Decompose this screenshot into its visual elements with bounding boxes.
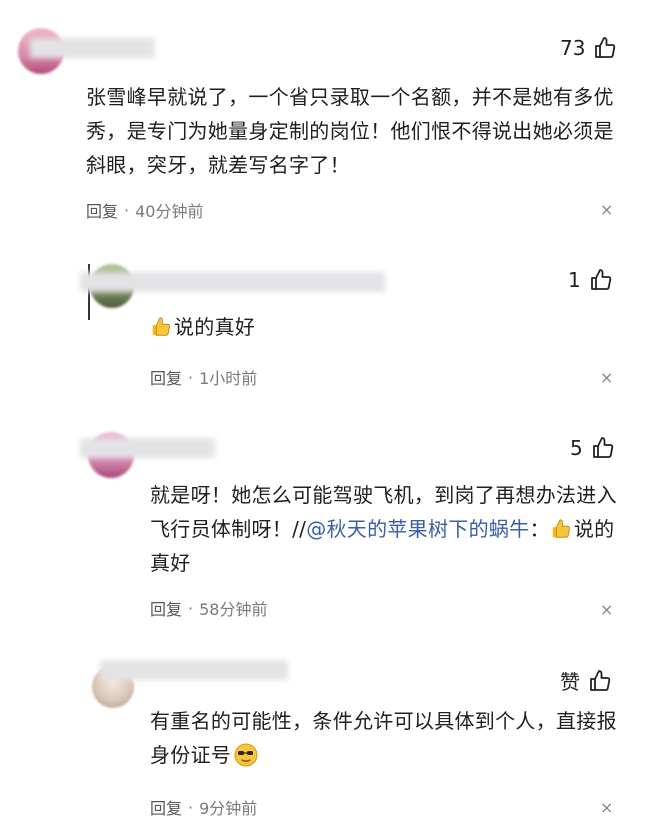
timestamp: 9分钟前 [199, 799, 258, 818]
separator: · [188, 367, 194, 387]
separator: · [124, 200, 130, 220]
comment-text-body: 有重名的可能性，条件允许可以具体到个人，直接报身份证号 [150, 709, 617, 767]
colon: ： [529, 517, 550, 541]
separator: · [188, 797, 194, 817]
username-blurred[interactable] [80, 272, 385, 292]
like-button[interactable]: 赞 [560, 666, 612, 695]
comment-4: 赞 有重名的可能性，条件允许可以具体到个人，直接报身份证号 回复 · 9分钟前 … [0, 648, 660, 834]
separator: · [188, 598, 194, 618]
comment-meta: 回复 · 58分钟前 [150, 596, 267, 620]
like-count: 5 [570, 436, 583, 460]
close-icon[interactable]: × [600, 368, 613, 387]
reply-button[interactable]: 回复 [150, 365, 182, 389]
thumbs-up-emoji [152, 317, 171, 336]
thumbs-up-icon [590, 669, 611, 691]
close-icon[interactable]: × [600, 600, 613, 619]
comment-text: 张雪峰早就说了，一个省只录取一个名额，并不是她有多优秀，是专门为她量身定制的岗位… [86, 85, 614, 177]
like-label: 赞 [560, 670, 580, 694]
comment-2: 1 说的真好 回复 · 1小时前 × [0, 250, 660, 400]
timestamp: 1小时前 [199, 369, 258, 388]
comment-text: 说的真好 [150, 310, 610, 344]
reply-button[interactable]: 回复 [86, 198, 118, 222]
reply-button[interactable]: 回复 [150, 596, 182, 620]
comment-3: 5 就是呀！她怎么可能驾驶飞机，到岗了再想办法进入飞行员体制呀！//@秋天的苹果… [0, 420, 660, 640]
thumbs-up-icon [590, 269, 611, 290]
comment-text: 有重名的可能性，条件允许可以具体到个人，直接报身份证号 [150, 704, 625, 772]
timestamp: 40分钟前 [135, 202, 204, 221]
like-button[interactable]: 5 [570, 436, 615, 460]
thumbs-up-emoji [552, 519, 570, 538]
reply-button[interactable]: 回复 [150, 795, 182, 819]
comment-1: 73 张雪峰早就说了，一个省只录取一个名额，并不是她有多优秀，是专门为她量身定制… [0, 0, 660, 235]
like-count: 73 [560, 36, 586, 60]
close-icon[interactable]: × [600, 200, 613, 219]
username-blurred[interactable] [30, 38, 155, 58]
comment-text-body: 说的真好 [174, 315, 256, 339]
comment-text: 就是呀！她怎么可能驾驶飞机，到岗了再想办法进入飞行员体制呀！//@秋天的苹果树下… [150, 478, 625, 580]
timestamp: 58分钟前 [199, 600, 268, 619]
close-icon[interactable]: × [600, 798, 613, 817]
user-mention-link[interactable]: @秋天的苹果树下的蜗牛 [306, 517, 529, 541]
username-blurred[interactable] [100, 660, 288, 680]
sunglasses-emoji [234, 743, 258, 767]
thumbs-up-icon [595, 37, 616, 58]
like-button[interactable]: 73 [560, 36, 617, 60]
like-count: 1 [568, 268, 581, 292]
comment-meta: 回复 · 9分钟前 [150, 795, 257, 819]
thumbs-up-icon [592, 437, 613, 458]
comment-meta: 回复 · 1小时前 [150, 365, 257, 389]
like-button[interactable]: 1 [568, 268, 613, 292]
username-blurred[interactable] [80, 438, 215, 458]
comment-meta: 回复 · 40分钟前 [86, 198, 203, 222]
